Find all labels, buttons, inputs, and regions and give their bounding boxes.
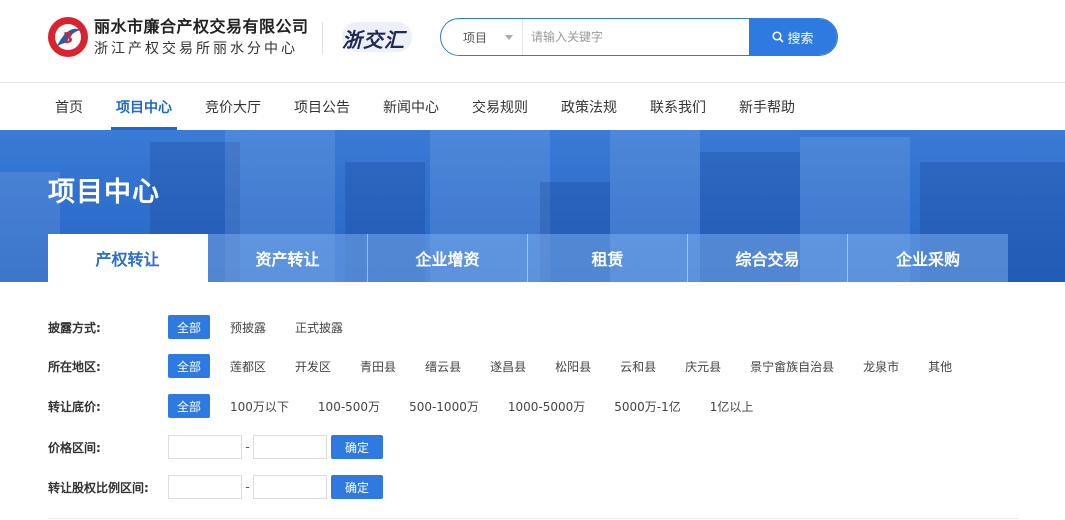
site-header: 3 丽水市廉合产权交易有限公司 浙江产权交易所丽水分中心 浙交汇 项目 搜索: [0, 0, 1065, 82]
chevron-down-icon: [505, 35, 513, 40]
filter-option-region[interactable]: 莲都区: [221, 354, 275, 378]
filter-option-region[interactable]: 景宁畲族自治县: [741, 354, 843, 378]
filter-option-disclosure[interactable]: 全部: [168, 315, 211, 339]
price-min-input[interactable]: [168, 435, 242, 459]
filter-option-region[interactable]: 庆元县: [676, 354, 730, 378]
project-type-tab[interactable]: 企业增资: [368, 234, 528, 282]
filter-option-region[interactable]: 龙泉市: [854, 354, 908, 378]
price-range-confirm-button[interactable]: 确定: [331, 435, 383, 459]
filter-option-price[interactable]: 5000万-1亿: [605, 394, 690, 418]
nav-item[interactable]: 首页: [40, 83, 98, 130]
search-input[interactable]: [523, 19, 749, 55]
nav-item[interactable]: 项目中心: [101, 83, 187, 130]
company-name[interactable]: 丽水市廉合产权交易有限公司 浙江产权交易所丽水分中心: [94, 16, 309, 60]
nav-item[interactable]: 联系我们: [635, 83, 721, 130]
filter-row-price-range: 价格区间: - 确定: [48, 434, 383, 460]
search-icon: [772, 31, 785, 43]
project-type-tabs: 产权转让 资产转让 企业增资 租赁 综合交易 企业采购: [48, 234, 1008, 282]
zhejiaohui-logo[interactable]: 浙交汇: [336, 20, 414, 54]
filter-option-region[interactable]: 遂昌县: [481, 354, 535, 378]
filter-option-region[interactable]: 其他: [919, 354, 961, 378]
project-type-tab[interactable]: 综合交易: [688, 234, 848, 282]
filter-label-disclosure: 披露方式:: [48, 320, 101, 335]
range-dash: -: [245, 480, 250, 494]
filter-label-region: 所在地区:: [48, 359, 101, 374]
project-type-tab[interactable]: 租赁: [528, 234, 688, 282]
page-title: 项目中心: [48, 177, 160, 208]
filter-row-price: 转让底价: 全部 100万以下 100-500万 500-1000万 1000-5000…: [48, 393, 773, 419]
filter-option-price[interactable]: 全部: [168, 394, 211, 418]
filter-label-price: 转让底价:: [48, 399, 101, 414]
nav-item[interactable]: 新闻中心: [368, 83, 454, 130]
search-category-select[interactable]: 项目: [441, 19, 523, 55]
filter-option-price[interactable]: 1亿以上: [701, 394, 763, 418]
company-logo-icon[interactable]: 3: [47, 16, 89, 58]
search-bar: 项目 搜索: [440, 18, 838, 56]
company-name-line1: 丽水市廉合产权交易有限公司: [94, 17, 309, 36]
ratio-max-input[interactable]: [253, 475, 327, 499]
company-name-line2: 浙江产权交易所丽水分中心: [94, 41, 298, 57]
svg-text:3: 3: [63, 29, 73, 47]
search-category-value: 项目: [463, 30, 488, 45]
filter-option-region[interactable]: 松阳县: [546, 354, 600, 378]
filter-label-ratio-range: 转让股权比例区间:: [48, 480, 149, 495]
filter-option-price[interactable]: 500-1000万: [400, 394, 488, 418]
nav-item[interactable]: 新手帮助: [724, 83, 810, 130]
project-type-tab[interactable]: 企业采购: [848, 234, 1008, 282]
price-max-input[interactable]: [253, 435, 327, 459]
project-type-tab[interactable]: 产权转让: [48, 234, 208, 282]
ratio-min-input[interactable]: [168, 475, 242, 499]
filter-option-disclosure[interactable]: 正式披露: [286, 315, 352, 339]
filter-bottom-divider: [48, 518, 1018, 519]
ratio-range-confirm-button[interactable]: 确定: [331, 475, 383, 499]
filter-option-region[interactable]: 云和县: [611, 354, 665, 378]
main-nav: 首页 项目中心 竞价大厅 项目公告 新闻中心 交易规则 政策法规 联系我们 新手帮助: [40, 83, 813, 130]
filter-row-ratio-range: 转让股权比例区间: - 确定: [48, 474, 383, 500]
filter-row-region: 所在地区: 全部 莲都区 开发区 青田县 缙云县 遂昌县 松阳县 云和县 庆元县 景宁畲族自治县龙…: [48, 353, 972, 379]
range-dash: -: [245, 440, 250, 454]
nav-item[interactable]: 项目公告: [279, 83, 365, 130]
search-button[interactable]: 搜索: [749, 19, 837, 55]
nav-item[interactable]: 竞价大厅: [190, 83, 276, 130]
filter-option-region[interactable]: 缙云县: [416, 354, 470, 378]
filter-option-region[interactable]: 青田县: [351, 354, 405, 378]
filter-option-price[interactable]: 100万以下: [221, 394, 298, 418]
nav-item[interactable]: 交易规则: [457, 83, 543, 130]
search-button-label: 搜索: [787, 31, 814, 47]
filter-option-price[interactable]: 1000-5000万: [499, 394, 594, 418]
filter-row-disclosure: 披露方式: 全部 预披露 正式披露: [48, 314, 363, 340]
filter-option-price[interactable]: 100-500万: [309, 394, 389, 418]
filter-option-region[interactable]: 全部: [168, 354, 211, 378]
filter-label-price-range: 价格区间:: [48, 440, 101, 455]
page-banner: 项目中心 产权转让 资产转让 企业增资 租赁 综合交易 企业采购: [0, 130, 1065, 282]
nav-item[interactable]: 政策法规: [546, 83, 632, 130]
filter-option-disclosure[interactable]: 预披露: [221, 315, 275, 339]
header-divider: [322, 22, 323, 54]
filter-option-region[interactable]: 开发区: [286, 354, 340, 378]
project-type-tab[interactable]: 资产转让: [208, 234, 368, 282]
